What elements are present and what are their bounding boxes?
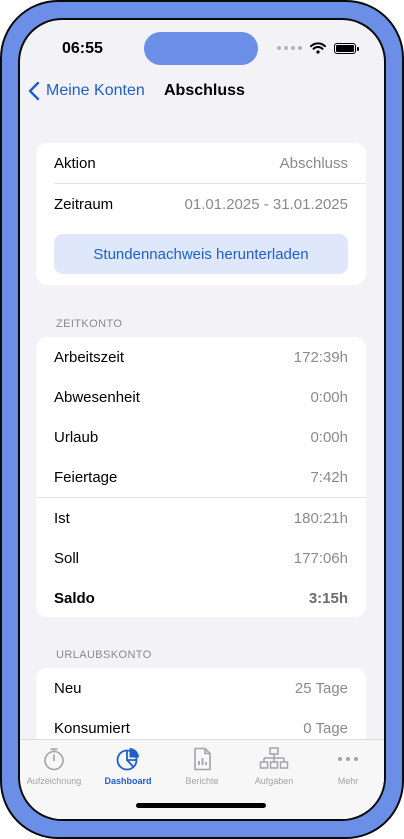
row-label: Feiertage [54,468,118,486]
tab-aufzeichnung[interactable]: Aufzeichnung [20,746,90,786]
wifi-icon [310,42,326,54]
row-neu: Neu 25 Tage [36,668,366,708]
battery-icon [334,42,359,54]
more-icon [338,757,358,761]
chevron-left-icon [28,81,40,101]
row-value: 0:00h [310,428,348,446]
back-label: Meine Konten [46,82,145,99]
signal-dots-icon [277,46,302,50]
download-timesheet-button[interactable]: Stundennachweis herunterladen [54,234,348,274]
row-label: Abwesenheit [54,388,140,406]
stopwatch-icon [44,748,64,771]
row-value: 7:42h [310,468,348,486]
row-value: 0 Tage [303,719,348,737]
row-abwesenheit: Abwesenheit 0:00h [36,377,366,417]
row-aktion: Aktion Abschluss [36,143,366,183]
tab-label: Dashboard [104,776,152,786]
dynamic-island [144,32,258,65]
row-value: 25 Tage [294,679,348,697]
row-label: Aktion [54,154,96,172]
tab-label: Berichte [185,776,219,786]
row-label: Konsumiert [54,719,130,737]
row-value: 01.01.2025 - 31.01.2025 [184,195,348,213]
row-soll: Soll 177:06h [36,538,366,578]
row-feiertage: Feiertage 7:42h [36,457,366,497]
row-label: Ist [54,509,70,527]
tab-dashboard[interactable]: Dashboard [92,746,164,786]
tab-aufgaben[interactable]: Aufgaben [238,746,310,786]
section-header-urlaubskonto: URLAUBSKONTO [56,649,152,661]
row-value: Abschluss [279,154,348,172]
row-label: Neu [54,679,82,697]
row-ist: Ist 180:21h [36,498,366,538]
tab-berichte[interactable]: Berichte [166,746,238,786]
tab-mehr[interactable]: Mehr [312,746,384,786]
row-urlaub: Urlaub 0:00h [36,417,366,457]
pie-chart-icon [116,748,139,771]
status-time: 06:55 [62,40,103,57]
tab-label: Aufgaben [254,776,294,786]
status-icons [277,42,359,54]
back-button[interactable]: Meine Konten [28,81,145,101]
home-indicator [136,803,266,808]
tab-label: Mehr [337,776,359,786]
row-value: 0:00h [310,388,348,406]
row-label: Soll [54,549,80,567]
row-value: 172:39h [293,348,348,366]
report-icon [194,747,211,771]
row-value: 180:21h [293,509,348,527]
row-zeitraum: Zeitraum 01.01.2025 - 31.01.2025 [36,184,366,224]
summary-card: Aktion Abschluss Zeitraum 01.01.2025 - 3… [36,143,366,285]
row-label: Zeitraum [54,195,114,213]
zeitkonto-card: Arbeitszeit 172:39h Abwesenheit 0:00h Ur… [36,337,366,617]
row-arbeitszeit: Arbeitszeit 172:39h [36,337,366,377]
row-label: Arbeitszeit [54,348,125,366]
screen: 06:55 Meine Konten Abschluss Aktion Absc… [20,20,384,819]
row-label: Urlaub [54,428,99,446]
row-saldo: Saldo 3:15h [36,578,366,617]
page-title: Abschluss [164,82,245,99]
row-value: 3:15h [308,589,348,607]
tab-label: Aufzeichnung [26,776,82,786]
row-label: Saldo [54,589,95,607]
hierarchy-icon [259,747,289,769]
section-header-zeitkonto: ZEITKONTO [56,318,123,330]
row-value: 177:06h [293,549,348,567]
